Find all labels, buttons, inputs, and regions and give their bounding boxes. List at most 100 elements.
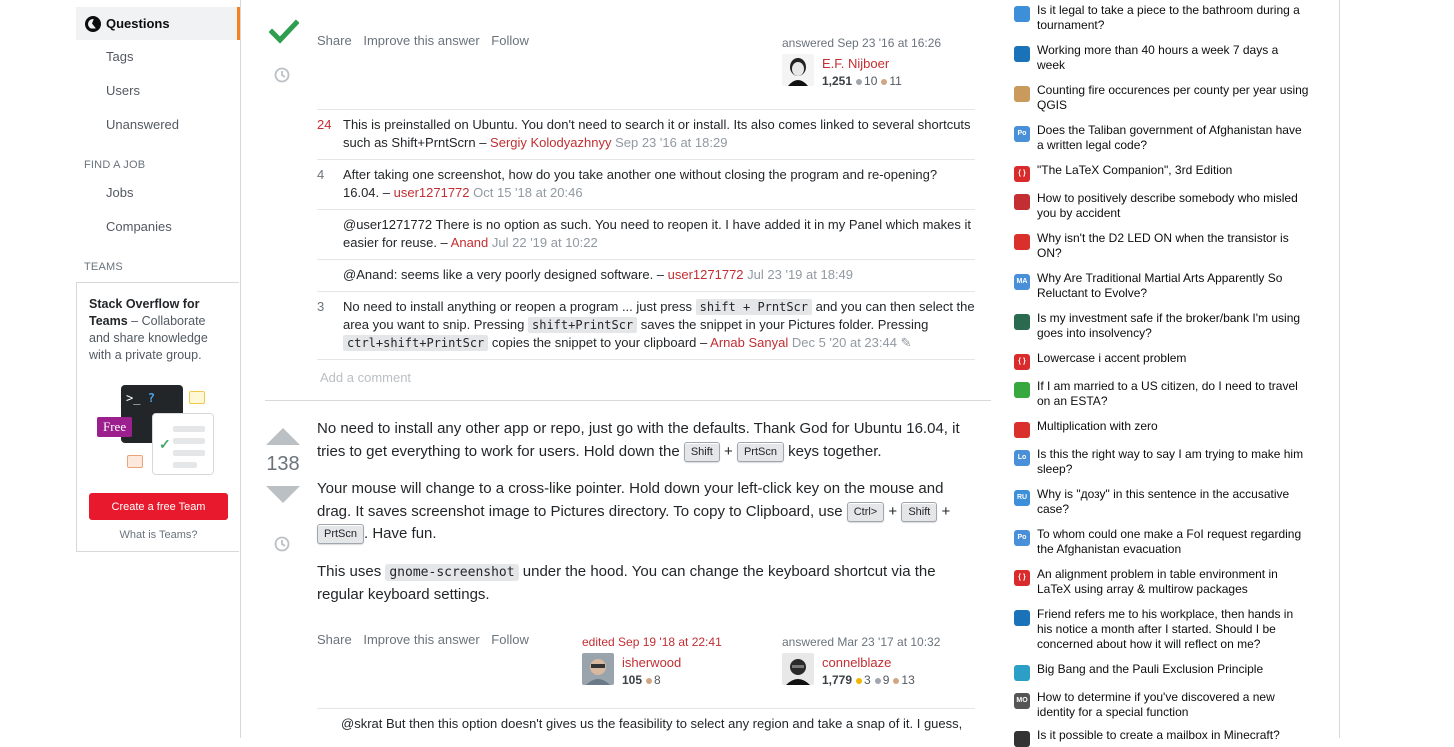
- english-se-icon: [1014, 194, 1030, 210]
- globe-icon: [85, 15, 101, 32]
- create-team-button[interactable]: Create a free Team: [89, 493, 228, 520]
- math-se-icon: [1014, 422, 1030, 438]
- hot-question-title[interactable]: Is it legal to take a piece to the bathr…: [1037, 3, 1309, 33]
- comment-time[interactable]: Jul 22 '19 at 10:22: [492, 235, 598, 250]
- comment-user[interactable]: user1271772: [668, 267, 744, 282]
- user-reputation: 1,779 3 9 13: [822, 673, 915, 687]
- history-icon[interactable]: [273, 66, 291, 84]
- hot-question-title[interactable]: Why is "дозу" in this sentence in the ac…: [1037, 487, 1309, 517]
- downvote-arrow-icon[interactable]: [266, 486, 300, 503]
- bronze-badges: 8: [654, 673, 661, 687]
- mathoverflow-icon: MO: [1014, 693, 1030, 709]
- nav-users[interactable]: Users: [106, 83, 140, 98]
- nav-companies[interactable]: Companies: [106, 219, 172, 234]
- share-link[interactable]: Share: [317, 632, 352, 647]
- nav-questions[interactable]: Questions: [76, 7, 240, 40]
- tex-se-icon: { }: [1014, 166, 1030, 182]
- avatar[interactable]: [582, 653, 614, 685]
- hot-question-title[interactable]: If I am married to a US citizen, do I ne…: [1037, 379, 1309, 409]
- edited-time[interactable]: edited Sep 19 '18 at 22:41: [582, 635, 762, 649]
- answer1-comments: 24 This is preinstalled on Ubuntu. You d…: [317, 109, 975, 385]
- hot-question-title[interactable]: Why isn't the D2 LED ON when the transis…: [1037, 231, 1309, 261]
- answer2-user-card: answered Mar 23 '17 at 10:32 connelblaze…: [782, 635, 962, 687]
- answer-paragraph: Your mouse will change to a cross-like p…: [317, 478, 977, 546]
- improve-answer-link[interactable]: Improve this answer: [363, 33, 479, 48]
- comment: @Anand: seems like a very poorly designe…: [317, 259, 975, 291]
- what-is-teams-link[interactable]: What is Teams?: [77, 529, 240, 541]
- answer-paragraph: This uses gnome-screenshot under the hoo…: [317, 561, 977, 607]
- share-link[interactable]: Share: [317, 33, 352, 48]
- kbd-shift: Shift: [683, 441, 720, 462]
- teams-promo: Stack Overflow for Teams – Collaborate a…: [76, 282, 239, 552]
- hot-question-title[interactable]: Friend refers me to his workplace, then …: [1037, 607, 1309, 652]
- comment-time[interactable]: Sep 23 '16 at 18:29: [615, 135, 727, 150]
- answer2-body: No need to install any other app or repo…: [317, 418, 977, 622]
- page-margin: [0, 0, 76, 738]
- reputation-score: 1,779: [822, 673, 853, 687]
- answered-time: answered Mar 23 '17 at 10:32: [782, 635, 941, 649]
- hot-question-title[interactable]: Working more than 40 hours a week 7 days…: [1037, 43, 1309, 73]
- avatar[interactable]: [782, 54, 814, 86]
- martialarts-se-icon: MA: [1014, 274, 1030, 290]
- electronics-se-icon: [1014, 234, 1030, 250]
- nav-unanswered[interactable]: Unanswered: [106, 117, 179, 132]
- comment-time[interactable]: Jul 23 '19 at 18:49: [747, 267, 853, 282]
- answer1-user-card: answered Sep 23 '16 at 16:26 E.F. Nijboe…: [782, 36, 962, 88]
- hot-question-title[interactable]: An alignment problem in table environmen…: [1037, 567, 1309, 597]
- chat-bubble-icon: [189, 391, 205, 404]
- history-icon[interactable]: [273, 535, 291, 553]
- hot-question-title[interactable]: To whom could one make a FoI request reg…: [1037, 527, 1309, 557]
- hot-question-title[interactable]: Multiplication with zero: [1037, 419, 1309, 434]
- hot-question-title[interactable]: Why Are Traditional Martial Arts Apparen…: [1037, 271, 1309, 301]
- terminal-prompt: >_: [126, 391, 141, 405]
- hot-question-title[interactable]: Lowercase i accent problem: [1037, 351, 1309, 366]
- comment: @skrat But then this option doesn't give…: [317, 708, 975, 740]
- text: keys together.: [783, 442, 882, 460]
- teams-illustration: >_ ? ✓ Free: [97, 383, 217, 478]
- editor-name[interactable]: isherwood: [622, 655, 681, 670]
- improve-answer-link[interactable]: Improve this answer: [363, 632, 479, 647]
- comment-user[interactable]: user1271772: [394, 185, 470, 200]
- inline-code: ctrl+shift+PrintScr: [343, 335, 489, 351]
- silver-badges: 10: [864, 74, 878, 88]
- comment-user[interactable]: Arnab Sanyal: [710, 335, 788, 350]
- hot-question-title[interactable]: "The LaTeX Companion", 3rd Edition: [1037, 163, 1309, 178]
- comment-score: 3: [317, 299, 325, 314]
- comment-user[interactable]: Sergiy Kolodyazhnyy: [490, 135, 611, 150]
- left-sidebar: Questions Tags Users Unanswered FIND A J…: [76, 0, 240, 738]
- chess-se-icon: [1014, 6, 1030, 22]
- user-name[interactable]: E.F. Nijboer: [822, 56, 889, 71]
- user-name[interactable]: connelblaze: [822, 655, 891, 670]
- comment: 3 No need to install anything or reopen …: [317, 291, 975, 359]
- comment-time[interactable]: Oct 15 '18 at 20:46: [473, 185, 582, 200]
- comment-user[interactable]: Anand: [451, 235, 489, 250]
- answer-separator: [265, 400, 991, 401]
- nav-tags[interactable]: Tags: [106, 49, 133, 64]
- follow-link[interactable]: Follow: [491, 33, 529, 48]
- answer2-comments: @skrat But then this option doesn't give…: [317, 708, 975, 740]
- hot-question-title[interactable]: Big Bang and the Pauli Exclusion Princip…: [1037, 662, 1309, 677]
- comment: 4 After taking one screenshot, how do yo…: [317, 159, 975, 209]
- hot-question-title[interactable]: Counting fire occurences per county per …: [1037, 83, 1309, 113]
- follow-link[interactable]: Follow: [491, 632, 529, 647]
- hot-question-title[interactable]: Is my investment safe if the broker/bank…: [1037, 311, 1309, 341]
- hot-question-title[interactable]: Does the Taliban government of Afghanist…: [1037, 123, 1309, 153]
- reputation-score: 105: [622, 673, 643, 687]
- avatar[interactable]: [782, 653, 814, 685]
- hot-question-title[interactable]: How to positively describe somebody who …: [1037, 191, 1309, 221]
- content-border-right: [1339, 0, 1340, 738]
- nav-jobs[interactable]: Jobs: [106, 185, 133, 200]
- kbd-prtscn: PrtScn: [317, 524, 365, 544]
- hot-question-title[interactable]: Is this the right way to say I am trying…: [1037, 447, 1309, 477]
- add-comment-link[interactable]: Add a comment: [317, 359, 975, 385]
- gold-badges: 3: [864, 673, 871, 687]
- comment-text: copies the snippet to your clipboard –: [488, 335, 711, 350]
- edit-pencil-icon: ✎: [900, 335, 912, 350]
- hot-question-title[interactable]: Is it possible to create a mailbox in Mi…: [1037, 728, 1309, 743]
- hot-question-title[interactable]: How to determine if you've discovered a …: [1037, 690, 1309, 720]
- comment-text: saves the snippet in your Pictures folde…: [637, 317, 929, 332]
- main-content: Share Improve this answer Follow answere…: [241, 0, 1001, 738]
- check-icon: ✓: [159, 436, 171, 452]
- comment-time[interactable]: Dec 5 '20 at 23:44: [792, 335, 897, 350]
- upvote-arrow-icon[interactable]: [266, 428, 300, 445]
